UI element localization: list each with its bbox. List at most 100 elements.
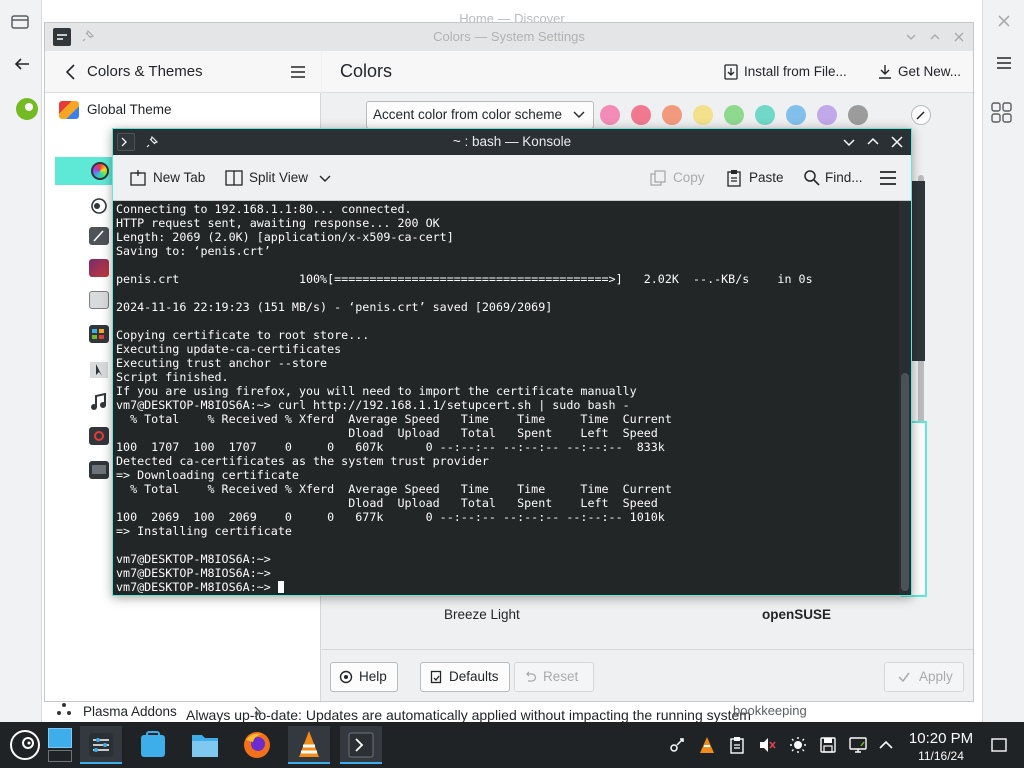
sidebar-item-global-theme[interactable]: Global Theme — [45, 95, 321, 125]
new-tab-button[interactable]: New Tab — [127, 166, 205, 190]
hamburger-menu-icon[interactable] — [995, 54, 1013, 72]
pin-icon[interactable] — [145, 135, 159, 149]
defaults-button[interactable]: Defaults — [420, 662, 510, 692]
fonts-icon — [89, 227, 109, 245]
window-icon — [89, 291, 109, 309]
help-button[interactable]: Help — [330, 662, 398, 692]
terminal-scrollbar-thumb[interactable] — [901, 373, 909, 591]
accent-swatch[interactable] — [662, 105, 682, 125]
colors-icon — [91, 162, 109, 180]
taskbar-dolphin[interactable] — [184, 726, 226, 764]
hamburger-menu-icon[interactable] — [289, 63, 307, 81]
accent-swatch[interactable] — [631, 105, 651, 125]
accent-swatch[interactable] — [693, 105, 713, 125]
discover-card-label[interactable]: bookkeeping — [733, 703, 807, 718]
opensuse-logo-icon — [14, 96, 40, 122]
accent-swatch[interactable] — [600, 105, 620, 125]
terminal-line: 100 2069 100 2069 0 0 677k 0 --:--:-- --… — [116, 510, 665, 524]
accent-swatch[interactable] — [786, 105, 806, 125]
terminal-line: vm7@DESKTOP-M8IOS6A:~> — [116, 552, 271, 566]
brightness-icon[interactable] — [789, 736, 807, 754]
reset-label: Reset — [543, 669, 579, 684]
colors-page-header: Colors Install from File... Get New... — [322, 51, 973, 93]
install-from-file-button[interactable]: Install from File... — [720, 59, 847, 85]
konsole-app-icon — [117, 133, 135, 151]
show-desktop-icon[interactable] — [990, 736, 1008, 754]
hamburger-menu-icon[interactable] — [879, 169, 897, 187]
chevron-right-icon — [251, 705, 263, 719]
wallpaper-icon — [89, 259, 109, 277]
taskbar-konsole[interactable] — [340, 726, 382, 764]
terminal-line: Executing update-ca-certificates — [116, 342, 342, 356]
terminal-line: HTTP request sent, awaiting response... … — [116, 216, 440, 230]
apply-button[interactable]: Apply — [884, 662, 964, 692]
minimize-icon[interactable] — [841, 134, 857, 150]
konsole-titlebar: ~ : bash — Konsole — [113, 129, 911, 155]
taskbar-discover[interactable] — [132, 726, 174, 764]
vlc-tray-icon[interactable] — [698, 736, 716, 754]
grid-view-icon[interactable] — [989, 100, 1015, 126]
copy-button[interactable]: Copy — [649, 166, 705, 190]
clock-date[interactable]: 11/16/24 — [904, 749, 978, 763]
terminal-line: penis.crt 100%[=========================… — [116, 272, 813, 286]
split-view-button[interactable]: Split View — [225, 166, 331, 190]
split-view-label: Split View — [249, 170, 309, 185]
terminal-line: => Installing certificate — [116, 524, 292, 538]
application-launcher-button[interactable] — [4, 726, 46, 764]
terminal-line: vm7@DESKTOP-M8IOS6A:~> — [116, 580, 901, 594]
disk-icon[interactable] — [819, 736, 837, 754]
discover-right-toolbar — [982, 0, 1024, 722]
sidebar-item-plasma-addons[interactable]: Plasma Addons — [83, 704, 177, 719]
back-chevron-icon[interactable] — [61, 61, 81, 83]
taskbar-firefox[interactable] — [236, 726, 278, 764]
close-icon[interactable] — [889, 134, 905, 150]
find-button[interactable]: Find... — [803, 166, 863, 190]
maximize-icon[interactable] — [865, 134, 881, 150]
kde-connect-icon[interactable] — [668, 736, 686, 754]
close-icon[interactable] — [951, 29, 967, 45]
close-icon[interactable] — [995, 12, 1013, 30]
clock-time[interactable]: 10:20 PM — [904, 730, 978, 747]
terminal-line: % Total % Received % Xferd Average Speed… — [116, 482, 672, 496]
accent-swatch[interactable] — [848, 105, 868, 125]
pin-icon[interactable] — [81, 29, 95, 43]
boot-splash-icon — [89, 427, 109, 445]
pager-desktop-icon[interactable] — [48, 728, 72, 762]
paste-button[interactable]: Paste — [725, 166, 784, 190]
clipboard-icon[interactable] — [728, 736, 746, 754]
find-label: Find... — [825, 170, 863, 185]
terminal-line: Connecting to 192.168.1.1:80... connecte… — [116, 202, 412, 216]
back-arrow-icon[interactable] — [12, 54, 32, 74]
terminal-line: Executing trust anchor --store — [116, 356, 328, 370]
konsole-window-title: ~ : bash — Konsole — [452, 134, 572, 149]
settings-app-icon — [53, 28, 71, 46]
taskbar-system-settings[interactable] — [80, 726, 122, 764]
paste-label: Paste — [749, 170, 784, 185]
maximize-icon[interactable] — [927, 29, 943, 45]
scheme-label-opensuse[interactable]: openSUSE — [762, 607, 831, 622]
cursors-icon — [89, 361, 109, 379]
copy-label: Copy — [673, 170, 705, 185]
minimize-icon[interactable] — [903, 29, 919, 45]
plasma-addons-icon — [55, 701, 73, 719]
terminal-output[interactable]: Connecting to 192.168.1.1:80... connecte… — [113, 201, 901, 595]
terminal-line: If you are using firefox, you will need … — [116, 384, 637, 398]
accent-swatch[interactable] — [755, 105, 775, 125]
accent-swatch[interactable] — [817, 105, 837, 125]
scheme-label-breeze-light[interactable]: Breeze Light — [444, 607, 520, 622]
taskbar-vlc[interactable] — [288, 726, 330, 764]
terminal-line: 2024-11-16 22:19:23 (151 MB/s) - ‘penis.… — [116, 300, 553, 314]
color-picker-icon[interactable] — [911, 105, 931, 125]
accent-color-select[interactable]: Accent color from color scheme — [366, 101, 594, 129]
accent-swatch[interactable] — [724, 105, 744, 125]
reset-button[interactable]: Reset — [514, 662, 594, 692]
show-hidden-icons-icon[interactable] — [877, 736, 895, 754]
network-icon[interactable] — [849, 736, 867, 754]
volume-muted-icon[interactable] — [758, 736, 776, 754]
window-decorations-icon — [89, 197, 109, 215]
sidebar-header: Colors & Themes — [45, 51, 321, 93]
get-new-button[interactable]: Get New... — [874, 59, 961, 85]
